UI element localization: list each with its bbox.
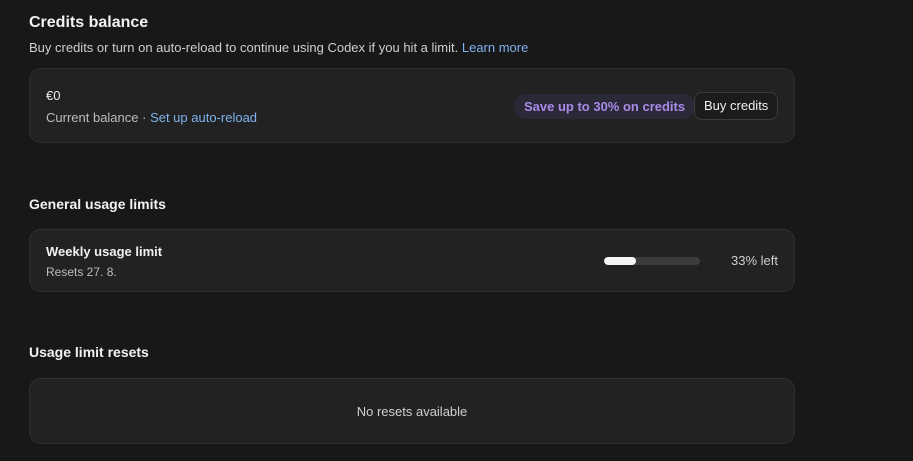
credits-balance-title: Credits balance [29,14,149,31]
separator-dot: · [138,110,151,125]
buy-credits-button[interactable]: Buy credits [694,92,779,120]
credits-description: Buy credits or turn on auto-reload to co… [29,40,528,55]
credits-balance-card: €0 Current balance · Set up auto-reload … [29,68,795,143]
resets-card: No resets available [29,378,795,444]
balance-amount: €0 [46,88,61,103]
credits-description-text: Buy credits or turn on auto-reload to co… [29,40,459,55]
current-balance-label: Current balance [46,110,139,125]
usage-reset-date: Resets 27. 8. [46,265,117,279]
general-usage-limits-title: General usage limits [29,196,166,212]
weekly-usage-limit-label: Weekly usage limit [46,244,163,259]
usage-percent-left: 33% left [731,253,778,268]
usage-progress-bar [604,257,700,265]
auto-reload-link[interactable]: Set up auto-reload [150,110,257,125]
balance-subtext: Current balance · Set up auto-reload [46,110,257,125]
usage-progress-fill [604,257,636,265]
learn-more-link[interactable]: Learn more [462,40,528,55]
weekly-usage-card: Weekly usage limit Resets 27. 8. 33% lef… [29,229,795,292]
usage-settings-page: Credits balance Buy credits or turn on a… [0,0,913,461]
no-resets-message: No resets available [356,404,468,419]
savings-promo-badge: Save up to 30% on credits [514,94,696,119]
usage-limit-resets-title: Usage limit resets [29,344,149,360]
